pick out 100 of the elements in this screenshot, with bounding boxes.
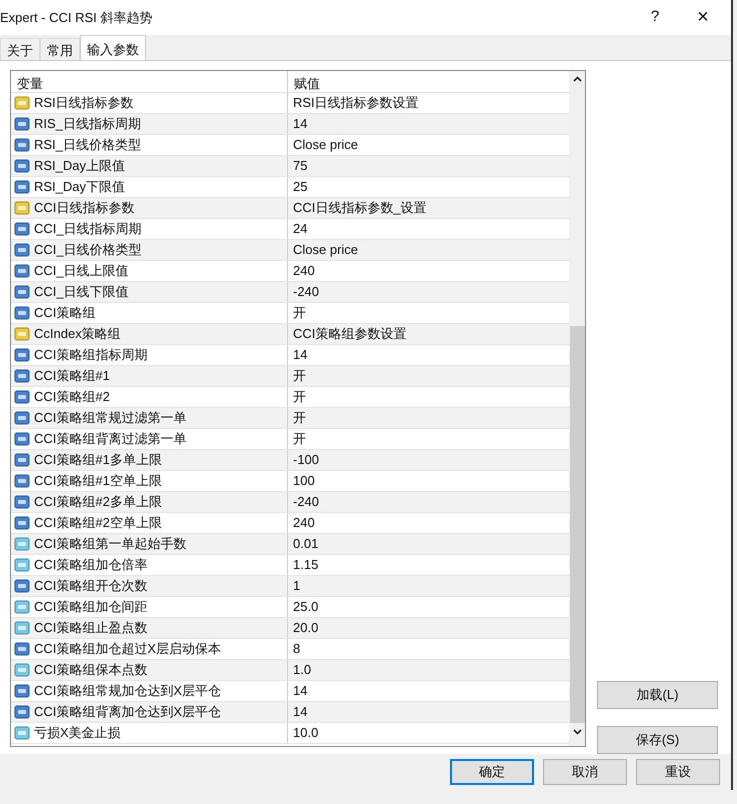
parameter-value[interactable]: 1.15 [288,554,318,574]
parameter-name: CCI策略组常规加仓达到X层平仓 [34,682,222,700]
parameter-name: RSI_日线价格类型 [34,136,141,154]
parameter-name: CCI策略组#1空单上限 [34,472,162,490]
parameter-name: CCI策略组背离加仓达到X层平仓 [34,702,222,721]
type-icon [14,242,30,257]
tab[interactable]: 输入参数 [80,34,146,61]
parameter-name: CCI_日线价格类型 [34,240,142,259]
parameter-name: CCI策略组第一单起始手数 [34,534,186,553]
parameter-name: RIS_日线指标周期 [34,114,141,133]
type-icon [14,390,30,404]
parameter-value[interactable]: CCI日线指标参数_设置 [288,198,427,218]
window-title: Expert - CCI RSI 斜率趋势 [0,8,154,27]
type-icon [14,578,30,593]
parameter-value[interactable]: 开 [288,386,306,406]
parameter-name: RSI日线指标参数 [34,94,134,112]
type-icon [14,662,30,677]
parameter-name: CCI策略组加仓间距 [34,598,148,616]
type-icon [14,264,30,278]
close-button[interactable]: × [691,2,715,32]
scroll-down-icon[interactable] [572,728,582,735]
type-icon [14,536,30,551]
parameter-name: CCI策略组#1 [34,366,110,385]
parameter-value[interactable]: 14 [288,702,308,722]
type-icon [14,138,30,152]
type-icon [14,726,30,740]
parameter-name: CCI策略组保本点数 [34,660,148,679]
parameter-value[interactable]: 开 [288,428,306,448]
parameter-name: CCI策略组指标周期 [34,346,148,364]
type-icon [14,494,30,509]
parameter-name: CCI_日线下限值 [34,282,129,301]
parameter-value[interactable]: 100 [288,470,315,490]
parameter-value[interactable]: 20.0 [288,618,318,638]
parameter-value[interactable]: 开 [288,366,306,386]
scrollbar[interactable] [569,70,585,746]
parameter-value[interactable]: 14 [288,114,308,134]
parameter-value[interactable]: Close price [288,240,358,260]
tab[interactable]: 关于 [0,38,40,60]
parameter-value[interactable]: 8 [288,638,300,658]
parameter-name: CCI策略组加仓超过X层启动保本 [34,640,222,658]
type-icon [14,96,30,110]
scroll-thumb[interactable] [570,326,584,723]
parameter-value[interactable]: Close price [288,134,358,154]
parameter-name: RSI_Day下限值 [34,178,126,196]
parameter-value[interactable]: -240 [288,282,320,302]
parameter-value[interactable]: 开 [288,302,306,322]
parameter-value[interactable]: RSI日线指标参数设置 [288,92,419,112]
scroll-up-icon[interactable] [572,76,582,82]
side-button[interactable]: 保存(S) [597,726,718,754]
column-header[interactable]: 变量 [11,70,288,92]
parameter-value[interactable]: -100 [288,450,320,470]
parameter-name: RSI_Day上限值 [34,156,126,175]
type-icon [14,452,30,467]
type-icon [14,180,30,194]
parameter-value[interactable]: 240 [288,260,315,280]
type-icon [14,410,30,425]
parameter-name: CCI策略组常规过滤第一单 [34,408,186,427]
parameter-value[interactable]: 1 [288,576,300,596]
parameter-value[interactable]: 开 [288,408,306,428]
parameter-value[interactable]: 1.0 [288,660,312,680]
type-icon [14,432,30,446]
dialog-button[interactable]: 确定 [450,758,534,785]
type-icon [14,684,30,698]
parameter-value[interactable]: -240 [288,492,320,512]
dialog-button[interactable]: 取消 [543,758,627,785]
type-icon [14,474,30,488]
type-icon [14,200,30,215]
type-icon [14,348,30,362]
type-icon [14,284,30,299]
parameter-value[interactable]: 25 [288,176,308,196]
parameter-value[interactable]: 240 [288,512,315,532]
parameter-name: CCI_日线上限值 [34,262,129,280]
type-icon [14,558,30,572]
parameter-name: CCI策略组 [34,304,96,322]
parameter-name: CCI策略组开仓次数 [34,576,148,595]
parameter-value[interactable]: 0.01 [288,534,318,554]
parameter-value[interactable]: CCI策略组参数设置 [288,324,406,344]
parameter-name: CCI_日线指标周期 [34,220,142,238]
parameter-value[interactable]: 10.0 [288,722,318,742]
help-button[interactable]: ? [643,6,667,29]
parameter-value[interactable]: 24 [288,218,308,238]
side-button[interactable]: 加载(L) [597,680,718,709]
type-icon [14,222,30,236]
type-icon [14,620,30,635]
parameter-name: CCI策略组加仓倍率 [34,556,148,574]
parameter-value[interactable]: 14 [288,344,308,364]
dialog-button[interactable]: 重设 [636,758,720,785]
column-header[interactable]: 赋值 [288,70,569,92]
parameter-name: CCI策略组#2 [34,388,110,406]
type-icon [14,116,30,131]
parameter-name: CCI策略组止盈点数 [34,618,148,637]
type-icon [14,368,30,383]
parameter-name: CCI策略组背离过滤第一单 [34,430,186,448]
type-icon [14,516,30,530]
parameter-name: CCI策略组#2多单上限 [34,492,162,511]
parameter-value[interactable]: 14 [288,680,308,700]
tab[interactable]: 常用 [40,38,80,60]
parameter-value[interactable]: 75 [288,156,308,176]
type-icon [14,704,30,719]
parameter-value[interactable]: 25.0 [288,596,318,616]
